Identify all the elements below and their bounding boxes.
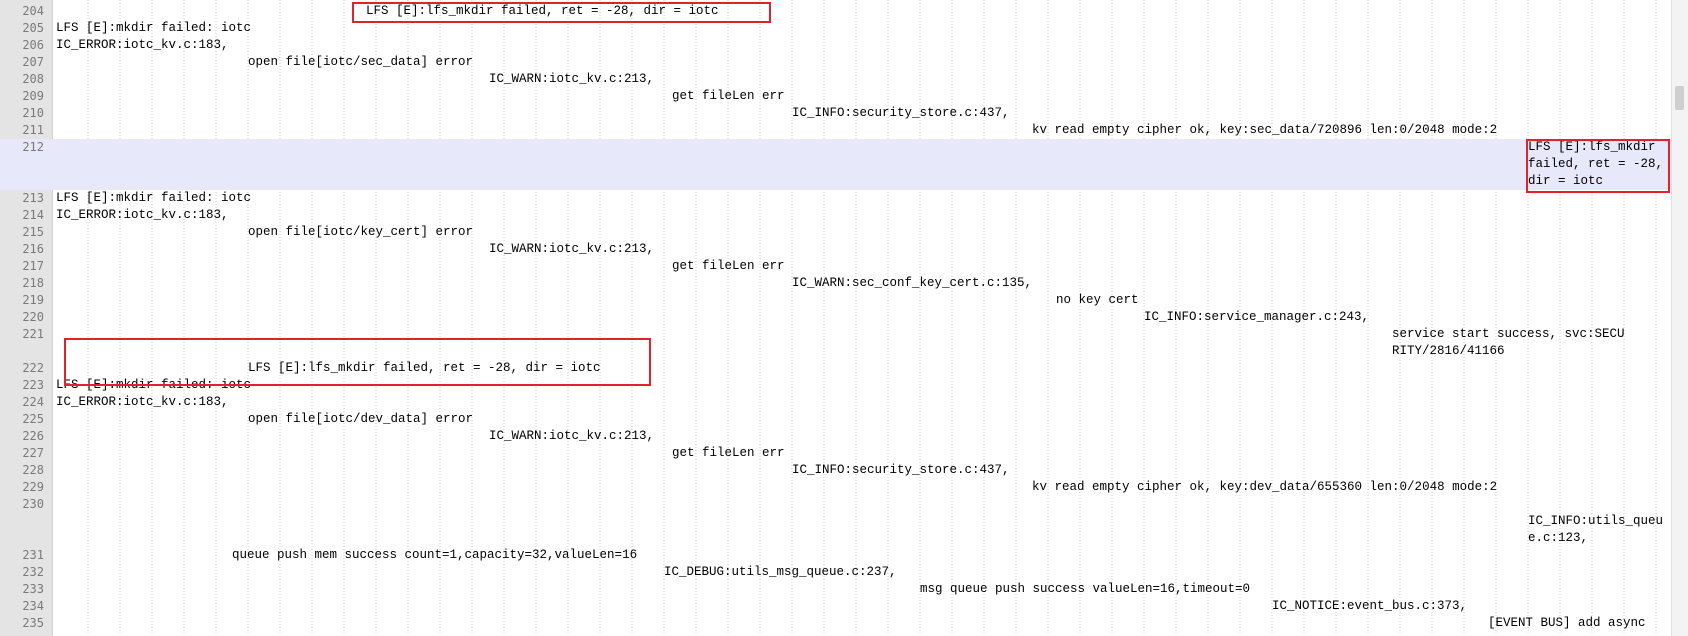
line-text: open file[iotc/sec_data] error — [248, 55, 474, 69]
line-number: 211 — [22, 123, 44, 137]
line-224: 224 IC_ERROR:iotc_kv.c:183, — [0, 394, 1672, 411]
line-number: 210 — [22, 106, 44, 120]
line-number: 234 — [22, 599, 44, 613]
line-text: get fileLen err — [672, 446, 785, 460]
line-text: LFS [E]:lfs_mkdir failed, ret = -28, dir… — [1528, 140, 1664, 188]
line-232: 232 IC_DEBUG:utils_msg_queue.c:237, — [0, 564, 1672, 581]
line-text: IC_ERROR:iotc_kv.c:183, — [56, 38, 229, 52]
line-number: 204 — [22, 4, 44, 18]
line-number: 221 — [22, 327, 44, 341]
line-number: 219 — [22, 293, 44, 307]
vertical-scrollbar[interactable] — [1671, 0, 1688, 636]
line-text: IC_INFO:security_store.c:437, — [792, 106, 1010, 120]
line-number: 208 — [22, 72, 44, 86]
line-number: 213 — [22, 191, 44, 205]
line-215: 215 open file[iotc/key_cert] error — [0, 224, 1672, 241]
line-text: IC_INFO:security_store.c:437, — [792, 463, 1010, 477]
line-212: 212 LFS [E]:lfs_mkdir failed, ret = -28,… — [0, 139, 1672, 190]
line-text: get fileLen err — [672, 89, 785, 103]
line-text: msg queue push success valueLen=16,timeo… — [920, 582, 1251, 596]
line-220: 220 IC_INFO:service_manager.c:243, — [0, 309, 1672, 326]
line-text: LFS [E]:mkdir failed: iotc — [56, 21, 252, 35]
line-233: 233 msg queue push success valueLen=16,t… — [0, 581, 1672, 598]
line-229: 229 kv read empty cipher ok, key:dev_dat… — [0, 479, 1672, 496]
scrollbar-thumb[interactable] — [1675, 86, 1684, 110]
line-219: 219 no key cert — [0, 292, 1672, 309]
line-number: 212 — [22, 140, 44, 154]
line-number: 205 — [22, 21, 44, 35]
line-number: 226 — [22, 429, 44, 443]
line-206: 206 IC_ERROR:iotc_kv.c:183, — [0, 37, 1672, 54]
line-text: IC_WARN:iotc_kv.c:213, — [489, 242, 655, 256]
line-234: 234 IC_NOTICE:event_bus.c:373, — [0, 598, 1672, 615]
line-207: 207 open file[iotc/sec_data] error — [0, 54, 1672, 71]
line-text: IC_WARN:sec_conf_key_cert.c:135, — [792, 276, 1033, 290]
line-number: 218 — [22, 276, 44, 290]
line-number: 225 — [22, 412, 44, 426]
line-number: 229 — [22, 480, 44, 494]
line-text: LFS [E]:mkdir failed: iotc — [56, 378, 252, 392]
line-text: LFS [E]:mkdir failed: iotc — [56, 191, 252, 205]
line-text: IC_ERROR:iotc_kv.c:183, — [56, 395, 229, 409]
line-text: LFS [E]:lfs_mkdir failed, ret = -28, dir… — [366, 4, 719, 18]
line-number: 223 — [22, 378, 44, 392]
line-221: 221 service start success, svc:SECURITY/… — [0, 326, 1672, 360]
line-number: 206 — [22, 38, 44, 52]
line-225: 225 open file[iotc/dev_data] error — [0, 411, 1672, 428]
line-231: 231 queue push mem success count=1,capac… — [0, 547, 1672, 564]
line-text: IC_INFO:utils_queue.c:123, — [1528, 514, 1664, 545]
line-number: 230 — [22, 497, 44, 511]
line-230: 230 IC_INFO:utils_queue.c:123, — [0, 496, 1672, 547]
line-number: 217 — [22, 259, 44, 273]
line-text: queue push mem success count=1,capacity=… — [232, 548, 638, 562]
line-number: 220 — [22, 310, 44, 324]
line-text: kv read empty cipher ok, key:sec_data/72… — [1032, 123, 1498, 137]
line-211: 211 kv read empty cipher ok, key:sec_dat… — [0, 122, 1672, 139]
line-213: 213 LFS [E]:mkdir failed: iotc — [0, 190, 1672, 207]
line-number: 207 — [22, 55, 44, 69]
line-number: 231 — [22, 548, 44, 562]
line-text: service start success, svc:SECURITY/2816… — [1392, 327, 1625, 358]
line-226: 226 IC_WARN:iotc_kv.c:213, — [0, 428, 1672, 445]
line-text: IC_WARN:iotc_kv.c:213, — [489, 429, 655, 443]
line-214: 214 IC_ERROR:iotc_kv.c:183, — [0, 207, 1672, 224]
line-number: 214 — [22, 208, 44, 222]
line-number: 232 — [22, 565, 44, 579]
line-text: open file[iotc/key_cert] error — [248, 225, 474, 239]
line-number: 227 — [22, 446, 44, 460]
line-text: LFS [E]:lfs_mkdir failed, ret = -28, dir… — [248, 361, 601, 375]
line-number: 209 — [22, 89, 44, 103]
line-number: 222 — [22, 361, 44, 375]
line-text: kv read empty cipher ok, key:dev_data/65… — [1032, 480, 1498, 494]
line-text: IC_INFO:service_manager.c:243, — [1144, 310, 1370, 324]
line-228: 228 IC_INFO:security_store.c:437, — [0, 462, 1672, 479]
line-number: 228 — [22, 463, 44, 477]
line-210: 210 IC_INFO:security_store.c:437, — [0, 105, 1672, 122]
line-number: 215 — [22, 225, 44, 239]
line-text: no key cert — [1056, 293, 1139, 307]
line-204: 204 LFS [E]:lfs_mkdir failed, ret = -28,… — [0, 3, 1672, 20]
line-205: 205 LFS [E]:mkdir failed: iotc — [0, 20, 1672, 37]
line-208: 208 IC_WARN:iotc_kv.c:213, — [0, 71, 1672, 88]
line-223: 223 LFS [E]:mkdir failed: iotc — [0, 377, 1672, 394]
line-number: 216 — [22, 242, 44, 256]
line-216: 216 IC_WARN:iotc_kv.c:213, — [0, 241, 1672, 258]
line-text: IC_ERROR:iotc_kv.c:183, — [56, 208, 229, 222]
text-editor[interactable]: 204 LFS [E]:lfs_mkdir failed, ret = -28,… — [0, 0, 1688, 636]
line-235: 235 [EVENT BUS] add async — [0, 615, 1672, 632]
line-text: get fileLen err — [672, 259, 785, 273]
text-area[interactable]: 204 LFS [E]:lfs_mkdir failed, ret = -28,… — [0, 0, 1672, 636]
line-text: IC_WARN:iotc_kv.c:213, — [489, 72, 655, 86]
line-217: 217 get fileLen err — [0, 258, 1672, 275]
line-227: 227 get fileLen err — [0, 445, 1672, 462]
line-text: [EVENT BUS] add async — [1488, 616, 1646, 630]
line-number: 224 — [22, 395, 44, 409]
line-number: 235 — [22, 616, 44, 630]
line-text: open file[iotc/dev_data] error — [248, 412, 474, 426]
line-text: IC_NOTICE:event_bus.c:373, — [1272, 599, 1468, 613]
line-number: 233 — [22, 582, 44, 596]
line-209: 209 get fileLen err — [0, 88, 1672, 105]
line-218: 218 IC_WARN:sec_conf_key_cert.c:135, — [0, 275, 1672, 292]
line-text: IC_DEBUG:utils_msg_queue.c:237, — [664, 565, 897, 579]
